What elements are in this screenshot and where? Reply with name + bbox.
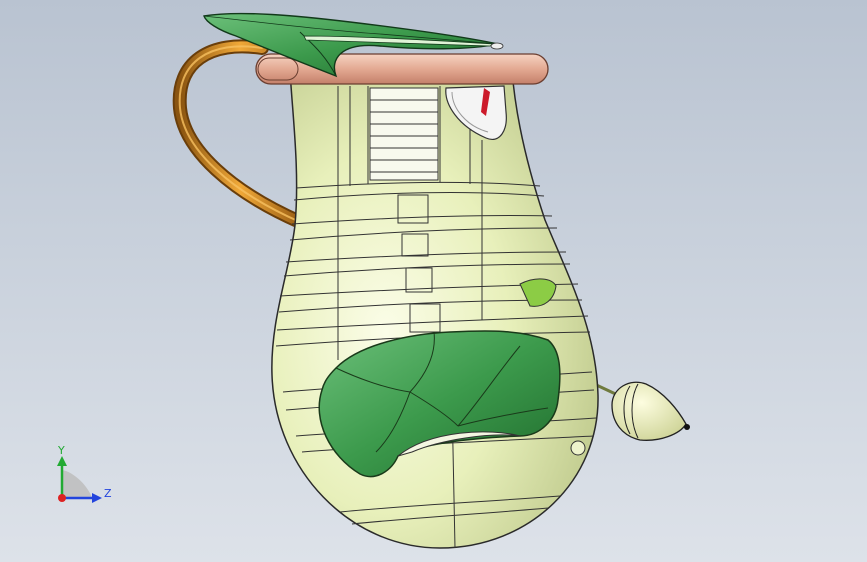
z-axis-label: Z bbox=[104, 487, 112, 500]
y-axis-label: Y bbox=[57, 444, 65, 457]
x-axis bbox=[58, 494, 66, 502]
cad-viewport[interactable]: Y Z bbox=[0, 0, 867, 562]
axis-triad: Y Z bbox=[57, 444, 112, 503]
